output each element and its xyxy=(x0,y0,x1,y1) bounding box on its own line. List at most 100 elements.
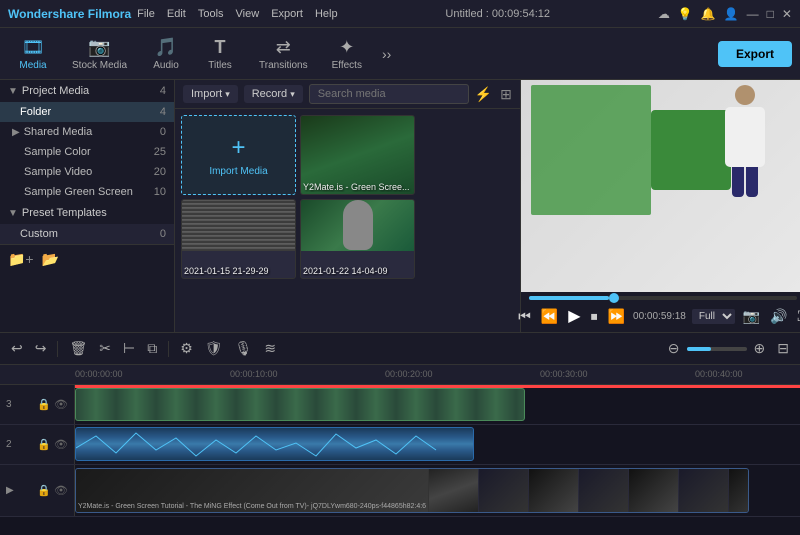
media-thumb-noise[interactable]: 2021-01-15 21-29-29 xyxy=(181,199,296,279)
zoom-out-button[interactable]: ⊖ xyxy=(665,337,683,360)
collapsed-arrow-icon: ▶ xyxy=(12,127,20,138)
bell-icon: 🔔 xyxy=(701,7,716,21)
track-2-lock-icon[interactable]: 🔒 xyxy=(37,438,51,451)
track-1-video-clip[interactable]: Y2Mate.is - Green Screen Tutorial - The … xyxy=(75,468,749,514)
menu-help[interactable]: Help xyxy=(315,8,338,20)
search-input[interactable] xyxy=(309,84,469,104)
preview-video-area xyxy=(521,80,800,292)
crop-button[interactable]: ⧉ xyxy=(144,337,160,360)
grid-view-icon[interactable]: ⊞ xyxy=(500,86,512,103)
cut-button[interactable]: ✂ xyxy=(96,337,114,360)
sidebar-item-sample-color[interactable]: Sample Color 25 xyxy=(0,142,174,162)
step-back-button[interactable]: ⏪ xyxy=(539,306,560,327)
track-label-2: 2 🔒 👁 xyxy=(0,425,75,464)
track-play-icon[interactable]: ▶ xyxy=(6,485,14,496)
tab-audio[interactable]: 🎵 Audio xyxy=(141,33,191,75)
rewind-button[interactable]: ⏮ xyxy=(516,306,533,327)
audio-icon: 🎵 xyxy=(155,37,177,58)
export-button[interactable]: Export xyxy=(718,41,792,67)
zoom-slider[interactable] xyxy=(687,347,747,351)
stop-button[interactable]: ⏹ xyxy=(589,306,600,327)
camera-button[interactable]: 📷 xyxy=(741,306,762,327)
menu-tools[interactable]: Tools xyxy=(198,8,224,20)
import-button[interactable]: Import ▾ xyxy=(183,85,238,103)
toolbar-more-button[interactable]: ›› xyxy=(376,46,397,62)
media-import-thumb[interactable]: + Import Media xyxy=(181,115,296,195)
minimize-button[interactable]: ☁ xyxy=(658,7,670,21)
fit-to-window-button[interactable]: ⊟ xyxy=(774,337,792,360)
quality-select[interactable]: Full xyxy=(692,309,735,324)
tab-stock-media[interactable]: 📷 Stock Media xyxy=(62,33,137,75)
track-2-clip[interactable] xyxy=(75,427,474,461)
transitions-icon: ⇄ xyxy=(276,37,291,58)
record-label: Record xyxy=(252,88,287,100)
settings-icon[interactable]: ⚙ xyxy=(177,337,196,360)
progress-fill xyxy=(529,296,609,300)
volume-button[interactable]: 🔊 xyxy=(768,306,789,327)
sidebar-header-preset[interactable]: ▼ Preset Templates xyxy=(0,202,174,224)
sidebar-header-project-media[interactable]: ▼ Project Media 4 xyxy=(0,80,174,102)
menu-file[interactable]: File xyxy=(137,8,155,20)
menu-bar: File Edit Tools View Export Help xyxy=(137,8,337,20)
menu-edit[interactable]: Edit xyxy=(167,8,186,20)
sidebar-label-project-media: Project Media xyxy=(22,85,89,97)
track-3-clip[interactable] xyxy=(75,388,525,421)
sidebar-item-folder[interactable]: Folder 4 xyxy=(0,102,174,122)
win-close[interactable]: ✕ xyxy=(782,7,792,21)
new-folder-icon[interactable]: 📂 xyxy=(42,251,59,268)
preview-progress-bar[interactable] xyxy=(529,296,797,300)
zoom-control: ⊖ ⊕ xyxy=(665,337,768,360)
main-area: ▼ Project Media 4 Folder 4 ▶ Shared Medi… xyxy=(0,80,800,332)
track-1-lock-icon[interactable]: 🔒 xyxy=(37,484,51,497)
shared-media-label: Shared Media xyxy=(24,126,93,138)
sidebar-item-sample-green[interactable]: Sample Green Screen 10 xyxy=(0,182,174,202)
step-forward-button[interactable]: ⏩ xyxy=(606,306,627,327)
track-2-eye-icon[interactable]: 👁 xyxy=(54,438,68,451)
delete-clip-button[interactable]: 🗑 xyxy=(66,337,90,360)
track-3-icons: 🔒 👁 xyxy=(37,398,68,411)
sidebar-item-shared-media[interactable]: ▶ Shared Media 0 xyxy=(0,122,174,142)
ruler-mark-30: 00:00:30:00 xyxy=(540,369,588,379)
track-lock-icon[interactable]: 🔒 xyxy=(37,398,51,411)
titlebar: Wondershare Filmora File Edit Tools View… xyxy=(0,0,800,28)
fullscreen-button[interactable]: ⛶ xyxy=(796,306,800,327)
zoom-in-button[interactable]: ⊕ xyxy=(751,337,769,360)
win-minimize[interactable]: — xyxy=(747,7,759,21)
waveform-icon[interactable]: ≋ xyxy=(261,337,279,360)
progress-handle[interactable] xyxy=(609,293,619,303)
custom-count: 0 xyxy=(160,228,166,240)
clip-label: Y2Mate.is - Green Screen Tutorial - The … xyxy=(78,503,426,510)
shield-icon[interactable]: 🛡 xyxy=(202,337,226,360)
record-button[interactable]: Record ▾ xyxy=(244,85,303,103)
sidebar-item-sample-video[interactable]: Sample Video 20 xyxy=(0,162,174,182)
tab-titles[interactable]: T Titles xyxy=(195,33,245,75)
track-row-3: 3 🔒 👁 xyxy=(0,385,800,425)
split-button[interactable]: ⊢ xyxy=(120,337,138,360)
track-eye-icon[interactable]: 👁 xyxy=(54,398,68,411)
track-label-1: ▶ 🔒 👁 xyxy=(0,465,75,516)
tab-media[interactable]: 🎞 Media xyxy=(8,33,58,75)
menu-export[interactable]: Export xyxy=(271,8,303,20)
add-folder-icon[interactable]: 📁+ xyxy=(8,251,34,268)
undo-button[interactable]: ↩ xyxy=(8,337,26,360)
tab-transitions[interactable]: ⇄ Transitions xyxy=(249,33,318,75)
tab-effects[interactable]: ✦ Effects xyxy=(322,33,372,75)
play-button[interactable]: ▶ xyxy=(566,304,582,328)
sidebar-item-custom[interactable]: Custom 0 xyxy=(0,224,174,244)
track-1-eye-icon[interactable]: 👁 xyxy=(54,484,68,497)
media-icon: 🎞 xyxy=(22,37,45,58)
media-thumb-gs1[interactable]: Y2Mate.is - Green Scree... xyxy=(300,115,415,195)
redo-button[interactable]: ↪ xyxy=(32,337,50,360)
media-grid: + Import Media Y2Mate.is - Green Scree..… xyxy=(175,109,520,332)
mic-icon[interactable]: 🎙 xyxy=(232,337,256,360)
titles-icon: T xyxy=(215,37,226,58)
track-1-content: Y2Mate.is - Green Screen Tutorial - The … xyxy=(75,465,800,516)
win-restore[interactable]: □ xyxy=(767,7,774,21)
time-display: 00:00:59:18 xyxy=(633,311,686,322)
titlebar-left: Wondershare Filmora File Edit Tools View… xyxy=(8,7,338,21)
menu-view[interactable]: View xyxy=(236,8,260,20)
project-media-count: 4 xyxy=(160,85,166,97)
tab-titles-label: Titles xyxy=(208,60,232,71)
media-thumb-gs2[interactable]: 2021-01-22 14-04-09 xyxy=(300,199,415,279)
filter-icon[interactable]: ⚡ xyxy=(475,86,492,103)
